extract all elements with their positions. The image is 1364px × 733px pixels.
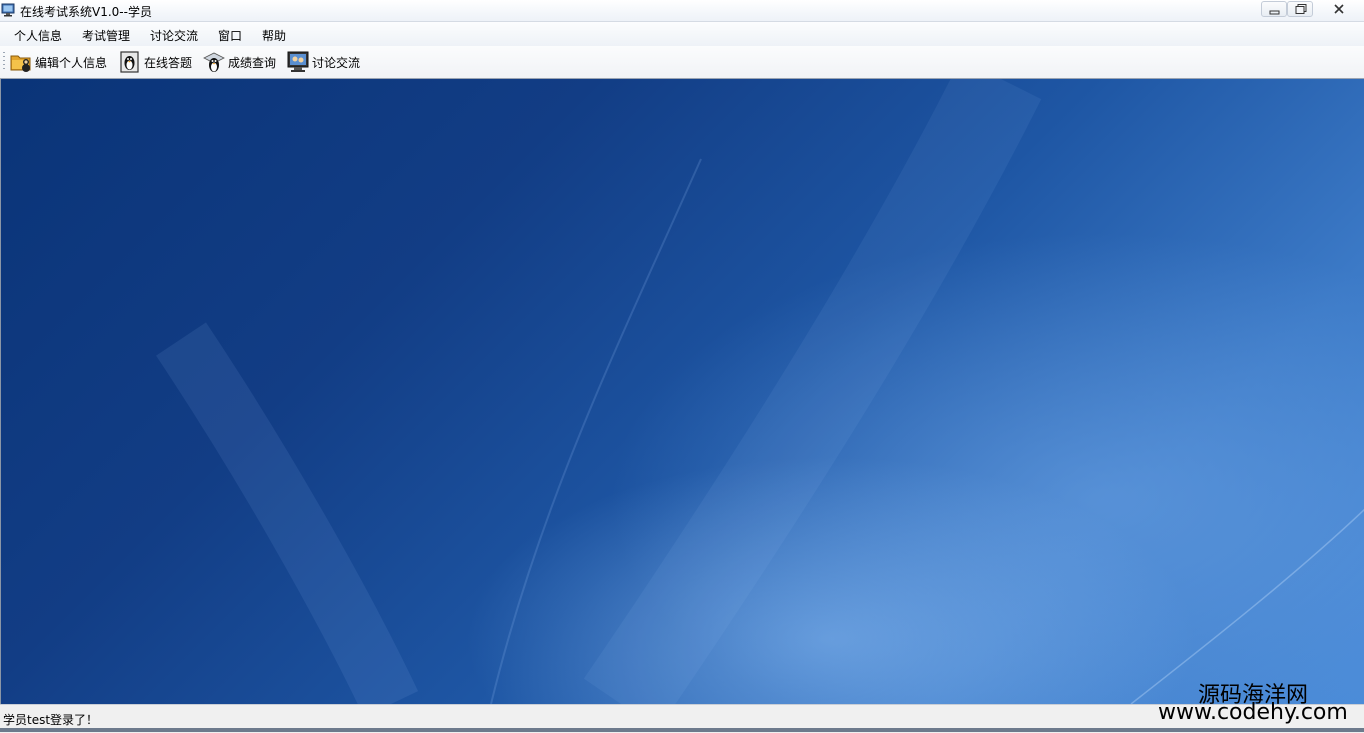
minimize-button[interactable] [1261,1,1287,17]
mdi-workspace[interactable] [0,79,1364,704]
menu-window[interactable]: 窗口 [215,26,245,45]
menu-bar: 个人信息 考试管理 讨论交流 窗口 帮助 [0,22,1364,46]
main-window: 在线考试系统V1.0--学员 个人信息 考试管理 讨论交流 窗口 帮助 编辑个人… [0,0,1364,733]
window-title: 在线考试系统V1.0--学员 [20,5,152,19]
discussion-button[interactable]: 讨论交流 [286,50,360,74]
menu-discussion[interactable]: 讨论交流 [147,26,201,45]
edit-profile-button[interactable]: 编辑个人信息 [9,50,107,74]
online-exam-label: 在线答题 [144,55,193,70]
menu-exam-management[interactable]: 考试管理 [79,26,133,45]
online-exam-button[interactable]: 在线答题 [118,50,192,74]
edit-profile-label: 编辑个人信息 [35,55,108,70]
taskbar-edge [0,728,1364,732]
discussion-label: 讨论交流 [312,55,361,70]
toolbar-grip[interactable] [3,52,5,72]
score-query-label: 成绩查询 [228,55,277,70]
close-button[interactable] [1313,1,1357,17]
title-bar[interactable]: 在线考试系统V1.0--学员 [0,0,1364,22]
restore-button[interactable] [1287,1,1313,17]
background-streaks [156,79,1364,704]
app-monitor-icon [1,3,15,17]
minimize-icon [1269,10,1280,15]
score-penguin-icon [203,52,225,72]
close-icon [1334,4,1344,14]
restore-icon [1295,4,1307,14]
menu-help[interactable]: 帮助 [259,26,289,45]
toolbar: 编辑个人信息 在线答题 成绩查询 讨论交流 [0,46,1364,79]
status-message: 学员test登录了！ [3,713,99,727]
menu-personal-info[interactable]: 个人信息 [11,26,65,45]
folder-user-icon [10,55,31,72]
exam-penguin-icon [120,51,139,73]
score-query-button[interactable]: 成绩查询 [202,50,276,74]
watermark-url: www.codehy.com [1158,700,1348,725]
discussion-monitor-icon [287,51,309,72]
